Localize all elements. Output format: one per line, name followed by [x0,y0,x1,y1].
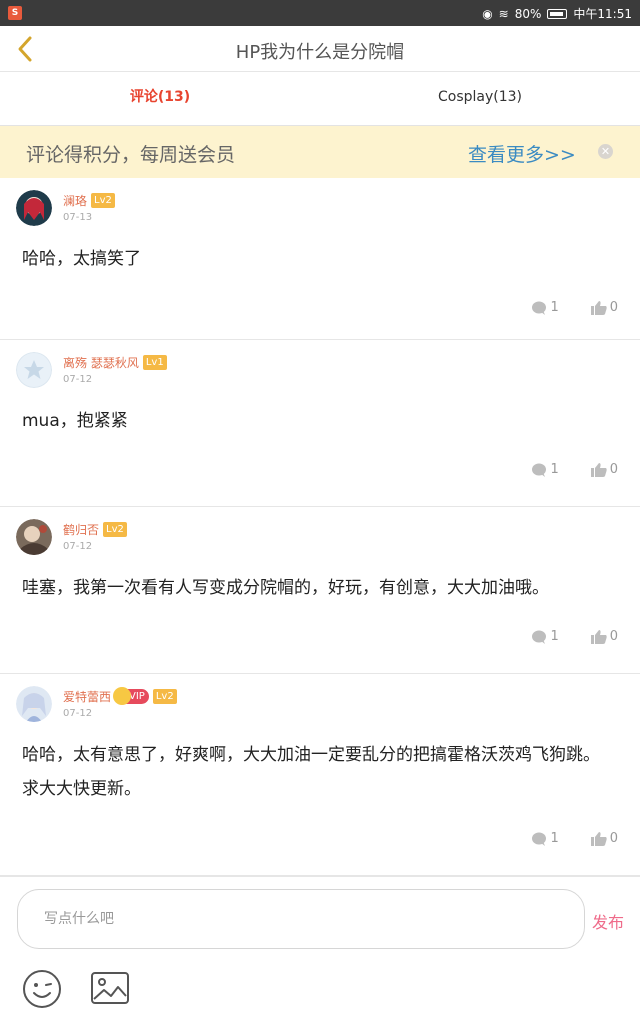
level-badge: Lv2 [103,522,127,537]
username[interactable]: 离殇 瑟瑟秋风 [63,354,139,371]
comment-item: 爱特蕾西 VIP Lv2 07-12 哈哈，太有意思了，好爽啊，大大加油一定要乱… [0,674,640,876]
comment-actions: 1 0 [531,462,618,477]
comment-item: 澜珞 Lv2 07-13 哈哈，太搞笑了 1 0 [0,178,640,340]
tab-bar: 评论(13) Cosplay(13) [0,72,640,126]
reply-button[interactable]: 1 [531,831,559,846]
battery-percent: 80% [514,6,542,21]
thumbs-up-icon [590,831,607,846]
comment-item: 离殇 瑟瑟秋风 Lv1 07-12 mua，抱紧紧 1 0 [0,340,640,507]
avatar[interactable] [16,686,52,722]
like-button[interactable]: 0 [590,629,618,644]
like-button[interactable]: 0 [590,462,618,477]
comment-date: 07-13 [63,212,93,223]
comment-input-bar: 发布 [0,876,640,1024]
thumbs-up-icon [590,300,607,315]
banner-more-link[interactable]: 查看更多>> [468,140,576,167]
status-time: 中午11:51 [573,7,632,21]
wifi-icon: ≋ [498,6,509,21]
reply-count: 1 [550,300,559,315]
thumbs-up-icon [590,629,607,644]
like-count: 0 [609,831,618,846]
comment-author[interactable]: 爱特蕾西 VIP Lv2 [63,687,177,705]
comment-list: 澜珞 Lv2 07-13 哈哈，太搞笑了 1 0 离殇 瑟瑟秋风 Lv1 07-… [0,178,640,876]
eye-icon: ◉ [482,6,493,21]
comment-text: mua，抱紧紧 [22,411,128,431]
vip-badge: VIP [113,687,149,705]
reply-count: 1 [550,831,559,846]
close-icon[interactable]: ✕ [598,144,613,159]
publish-button[interactable]: 发布 [592,909,624,933]
comment-actions: 1 0 [531,300,618,315]
reply-button[interactable]: 1 [531,300,559,315]
comment-date: 07-12 [63,374,93,385]
banner-text: 评论得积分，每周送会员 [26,144,236,166]
comment-bubble-icon [532,463,547,477]
tab-comments[interactable]: 评论(13) [0,72,320,125]
comment-author[interactable]: 澜珞 Lv2 [63,192,115,209]
username[interactable]: 爱特蕾西 [63,688,111,705]
app-notification-icon: S [8,6,22,20]
reply-button[interactable]: 1 [531,629,559,644]
comment-date: 07-12 [63,708,93,719]
status-right: ◉ ≋ 80% 中午11:51 [482,5,632,22]
comment-actions: 1 0 [531,629,618,644]
page-title: HP我为什么是分院帽 [235,42,405,63]
comment-text: 哇塞，我第一次看有人写变成分院帽的，好玩，有创意，大大加油哦。 [22,578,549,598]
avatar[interactable] [16,352,52,388]
comment-text: 哈哈，太有意思了，好爽啊，大大加油一定要乱分的把搞霍格沃茨鸡飞狗跳。求大大快更新… [22,745,600,799]
like-count: 0 [609,629,618,644]
promo-banner: 评论得积分，每周送会员 查看更多>> ✕ [0,126,640,178]
comment-bubble-icon [532,630,547,644]
reply-count: 1 [550,462,559,477]
comment-input[interactable] [18,890,584,948]
like-count: 0 [609,462,618,477]
level-badge: Lv2 [152,689,177,704]
level-badge: Lv1 [142,355,167,370]
level-badge: Lv2 [91,193,115,208]
header: HP我为什么是分院帽 [0,26,640,72]
comment-bubble-icon [532,301,547,315]
battery-icon [547,8,568,19]
like-count: 0 [609,300,618,315]
status-bar: S ◉ ≋ 80% 中午11:51 [0,0,640,26]
like-button[interactable]: 0 [590,831,618,846]
reply-button[interactable]: 1 [531,462,559,477]
username[interactable]: 澜珞 [63,192,87,209]
comment-date: 07-12 [63,541,93,552]
comment-item: 鹤归否 Lv2 07-12 哇塞，我第一次看有人写变成分院帽的，好玩，有创意，大… [0,507,640,674]
avatar[interactable] [16,190,52,226]
comment-bubble-icon [532,832,547,846]
comment-author[interactable]: 离殇 瑟瑟秋风 Lv1 [63,354,167,371]
comment-text: 哈哈，太搞笑了 [22,249,141,269]
tab-cosplay[interactable]: Cosplay(13) [320,72,640,125]
comment-input-box [17,889,585,949]
image-button[interactable] [90,971,130,1005]
smiley-icon [23,970,61,1008]
comment-author[interactable]: 鹤归否 Lv2 [63,521,127,538]
reply-count: 1 [550,629,559,644]
avatar[interactable] [16,519,52,555]
comment-actions: 1 0 [531,831,618,846]
username[interactable]: 鹤归否 [63,521,99,538]
image-icon [91,972,129,1004]
thumbs-up-icon [590,462,607,477]
like-button[interactable]: 0 [590,300,618,315]
emoji-button[interactable] [22,969,62,1009]
